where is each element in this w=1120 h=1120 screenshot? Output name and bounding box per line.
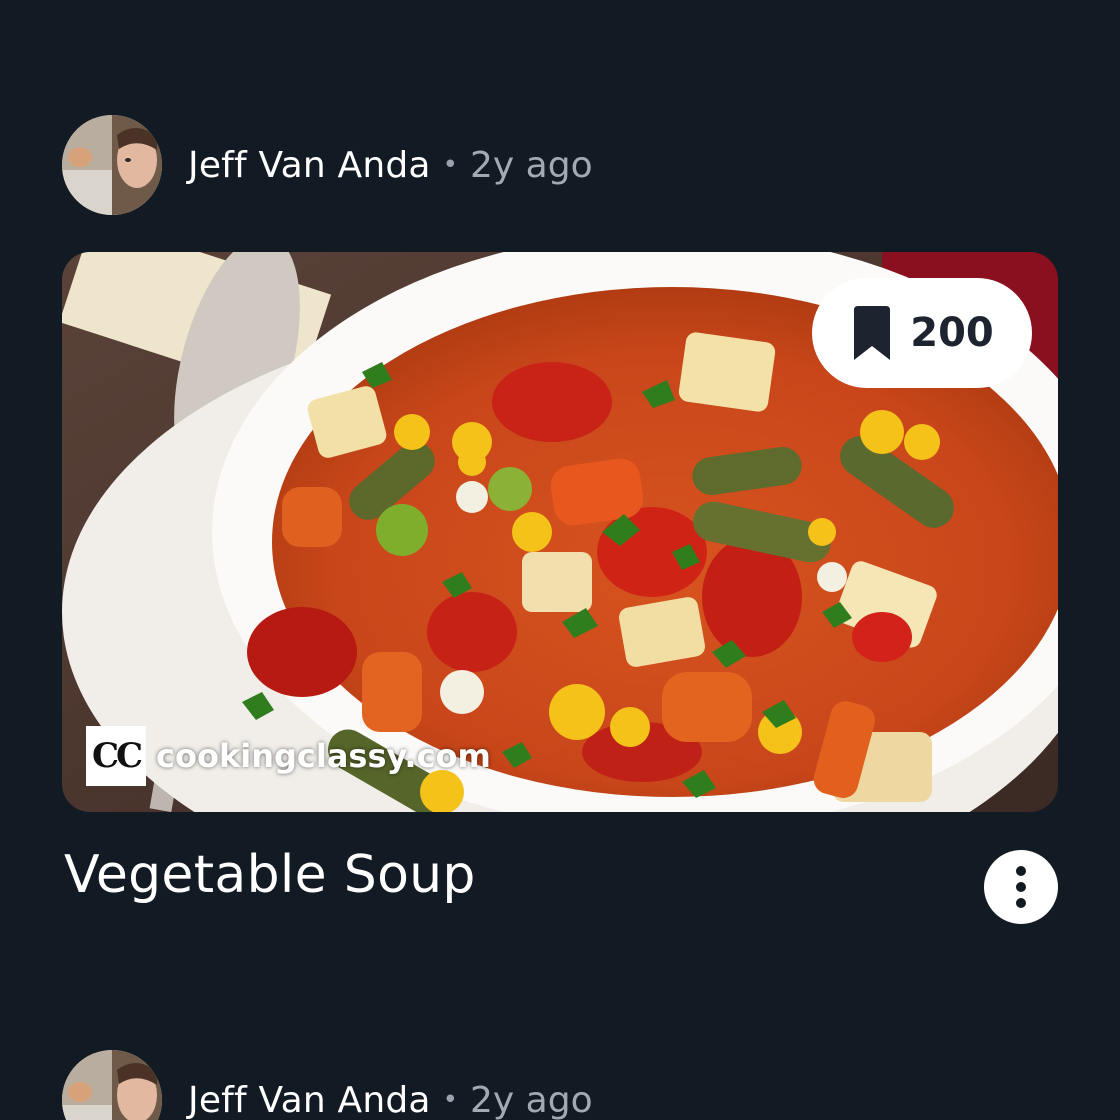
avatar[interactable] — [62, 115, 162, 215]
recipe-title[interactable]: Vegetable Soup — [64, 845, 476, 905]
post-timestamp: 2y ago — [470, 144, 593, 186]
watermark-text: cookingclassy.com — [156, 737, 491, 775]
post-timestamp: 2y ago — [470, 1079, 593, 1120]
watermark-logo: CC — [86, 726, 146, 786]
author-name[interactable]: Jeff Van Anda — [188, 1080, 431, 1120]
save-button[interactable]: 200 — [812, 278, 1032, 388]
separator-dot: • — [442, 1085, 459, 1115]
bookmark-icon — [854, 306, 891, 360]
save-count: 200 — [910, 310, 994, 356]
recipe-image[interactable]: 200 CC cookingclassy.com — [62, 252, 1058, 812]
more-vertical-icon — [1016, 866, 1026, 908]
post-author-row[interactable]: Jeff Van Anda • 2y ago — [62, 1050, 593, 1120]
author-name[interactable]: Jeff Van Anda — [188, 145, 431, 186]
post-author-row[interactable]: Jeff Van Anda • 2y ago — [62, 115, 593, 215]
avatar[interactable] — [62, 1050, 162, 1120]
source-watermark: CC cookingclassy.com — [86, 726, 491, 786]
recipe-feed: Jeff Van Anda • 2y ago 200 CC cookingcla… — [0, 0, 1120, 1120]
separator-dot: • — [442, 150, 459, 180]
more-options-button[interactable] — [984, 850, 1058, 924]
